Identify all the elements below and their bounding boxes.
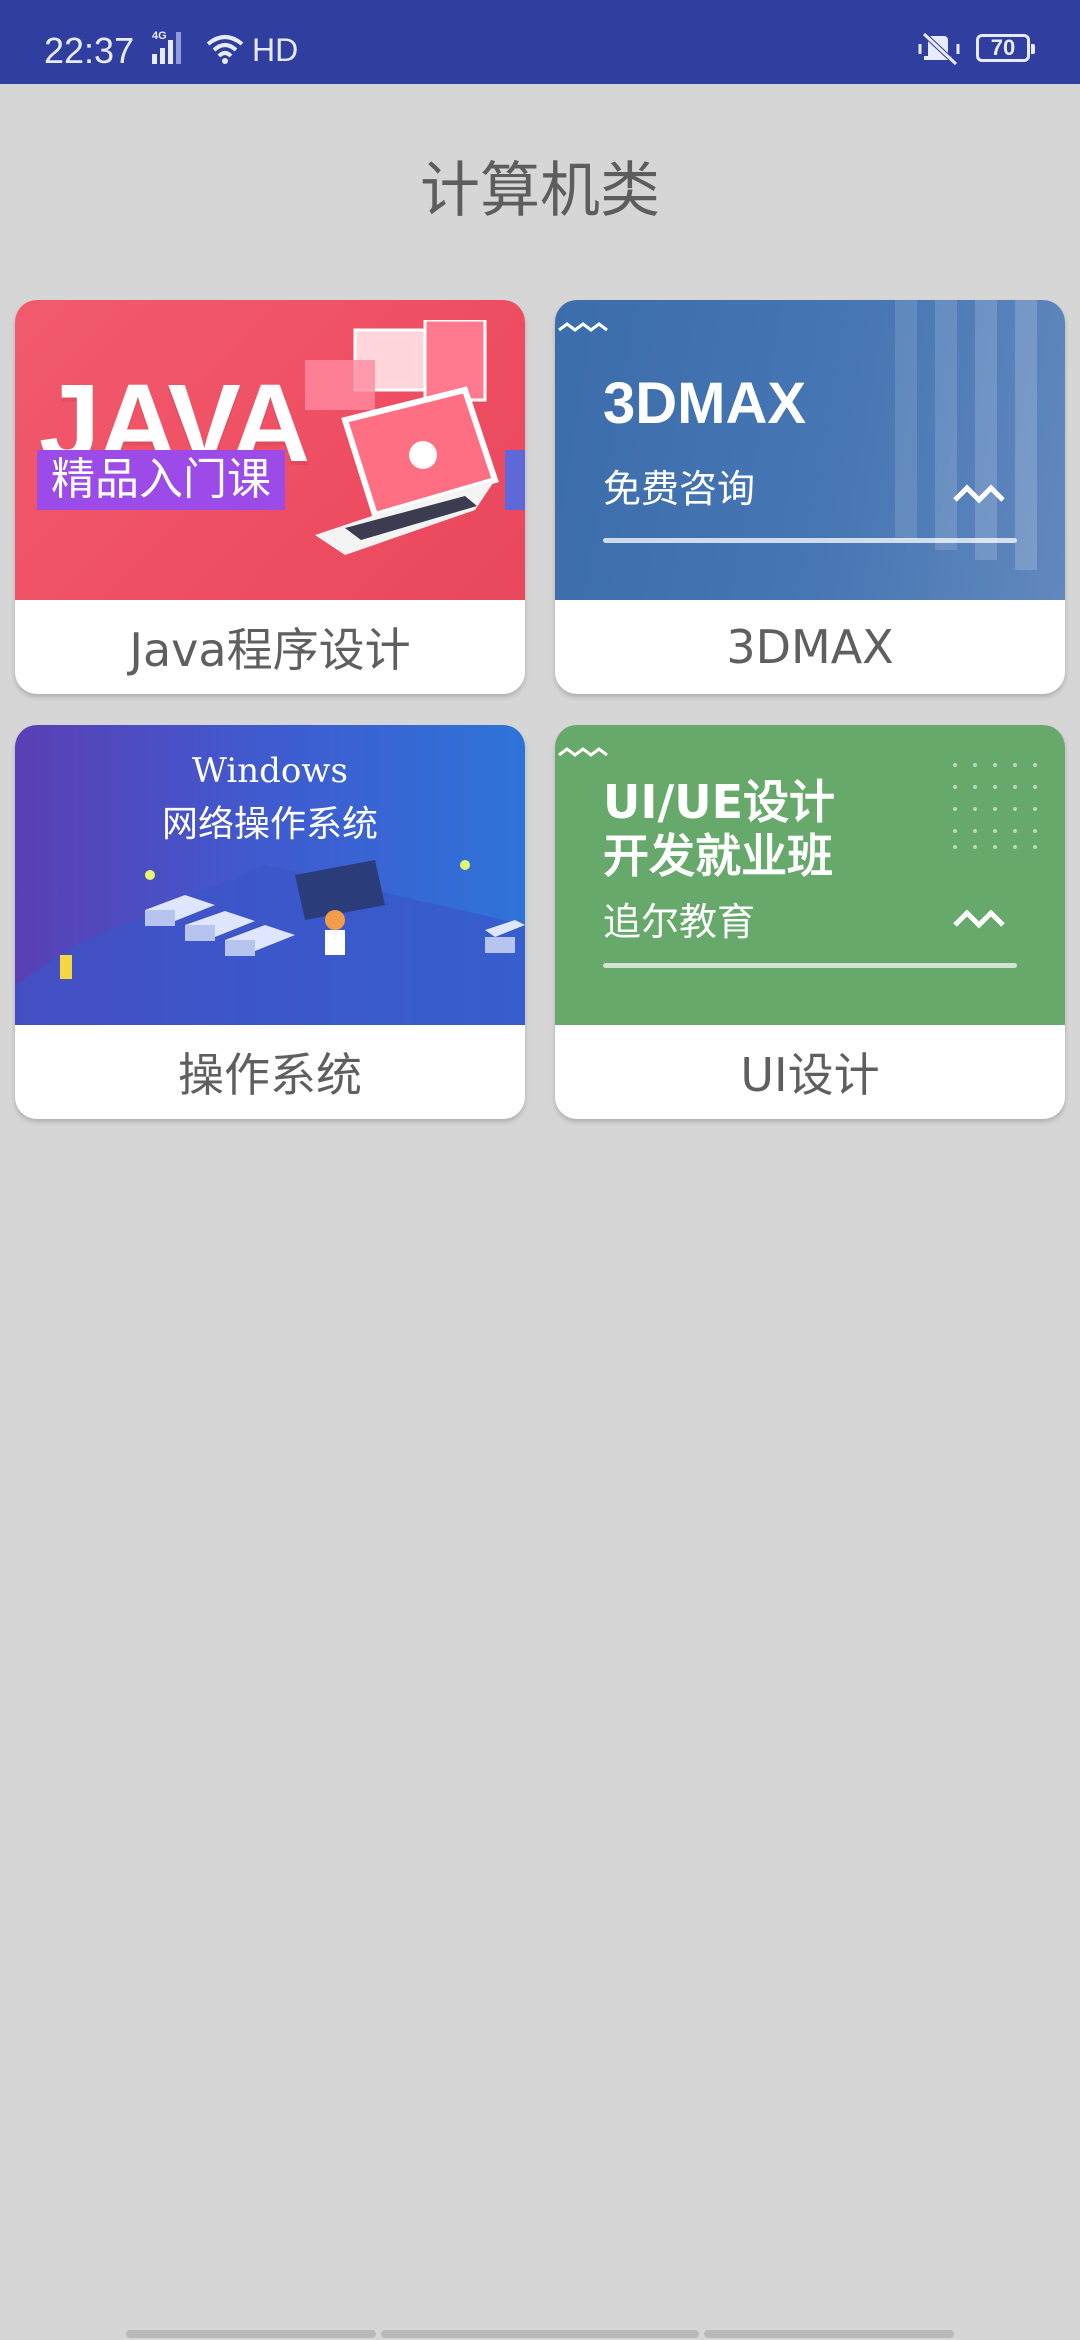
banner-subtitle: 网络操作系统 xyxy=(161,804,378,845)
laptop-illustration xyxy=(305,320,525,555)
battery-indicator: 70 xyxy=(976,34,1035,62)
course-card-ui[interactable]: UI/UE设计 开发就业班 追尔教育 UI设计 xyxy=(555,725,1065,1119)
banner-title: 3DMAX xyxy=(603,371,807,436)
wifi-icon xyxy=(206,34,244,69)
banner-subtitle: 免费咨询 xyxy=(603,467,756,511)
mute-vibrate-icon xyxy=(918,30,962,73)
course-banner-3dmax: 3DMAX 免费咨询 xyxy=(555,300,1065,600)
hd-indicator: HD xyxy=(252,32,299,68)
status-bar: 22:37 4G HD 70 xyxy=(0,0,1080,84)
banner-subtitle: 追尔教育 xyxy=(603,900,756,944)
course-card-os[interactable]: Windows 网络操作系统 操作系统 xyxy=(15,725,525,1119)
banner-title: Windows xyxy=(192,751,348,791)
course-banner-java: JAVA 精品入门课 xyxy=(15,300,525,600)
course-card-3dmax[interactable]: 3DMAX 免费咨询 3DMAX xyxy=(555,300,1065,694)
course-label: 操作系统 xyxy=(178,1048,362,1102)
banner-title-line1: UI/UE设计 xyxy=(603,775,836,829)
network-type: 4G xyxy=(152,30,167,42)
course-card-java[interactable]: JAVA 精品入门课 Java程序设计 xyxy=(15,300,525,694)
course-label: Java程序设计 xyxy=(129,623,411,677)
page-title: 计算机类 xyxy=(420,156,660,226)
banner-tag: 精品入门课 xyxy=(37,450,285,510)
divider xyxy=(603,538,1017,543)
status-time: 22:37 xyxy=(44,30,135,71)
building-window-graphic xyxy=(558,300,1037,570)
nav-gesture-bar-center[interactable] xyxy=(381,2330,699,2338)
banner-title: UI/UE设计 开发就业班 xyxy=(603,775,835,883)
nav-gesture-bar-left[interactable] xyxy=(126,2330,376,2338)
course-banner-ui: UI/UE设计 开发就业班 追尔教育 xyxy=(555,725,1065,1025)
nav-gesture-bar-right[interactable] xyxy=(704,2330,954,2338)
course-label: UI设计 xyxy=(740,1048,880,1102)
banner-title-line2: 开发就业班 xyxy=(603,829,833,883)
signal-icon: 4G xyxy=(150,28,194,73)
course-banner-os: Windows 网络操作系统 xyxy=(15,725,525,1025)
course-label: 3DMAX xyxy=(726,620,894,674)
divider xyxy=(603,963,1017,968)
